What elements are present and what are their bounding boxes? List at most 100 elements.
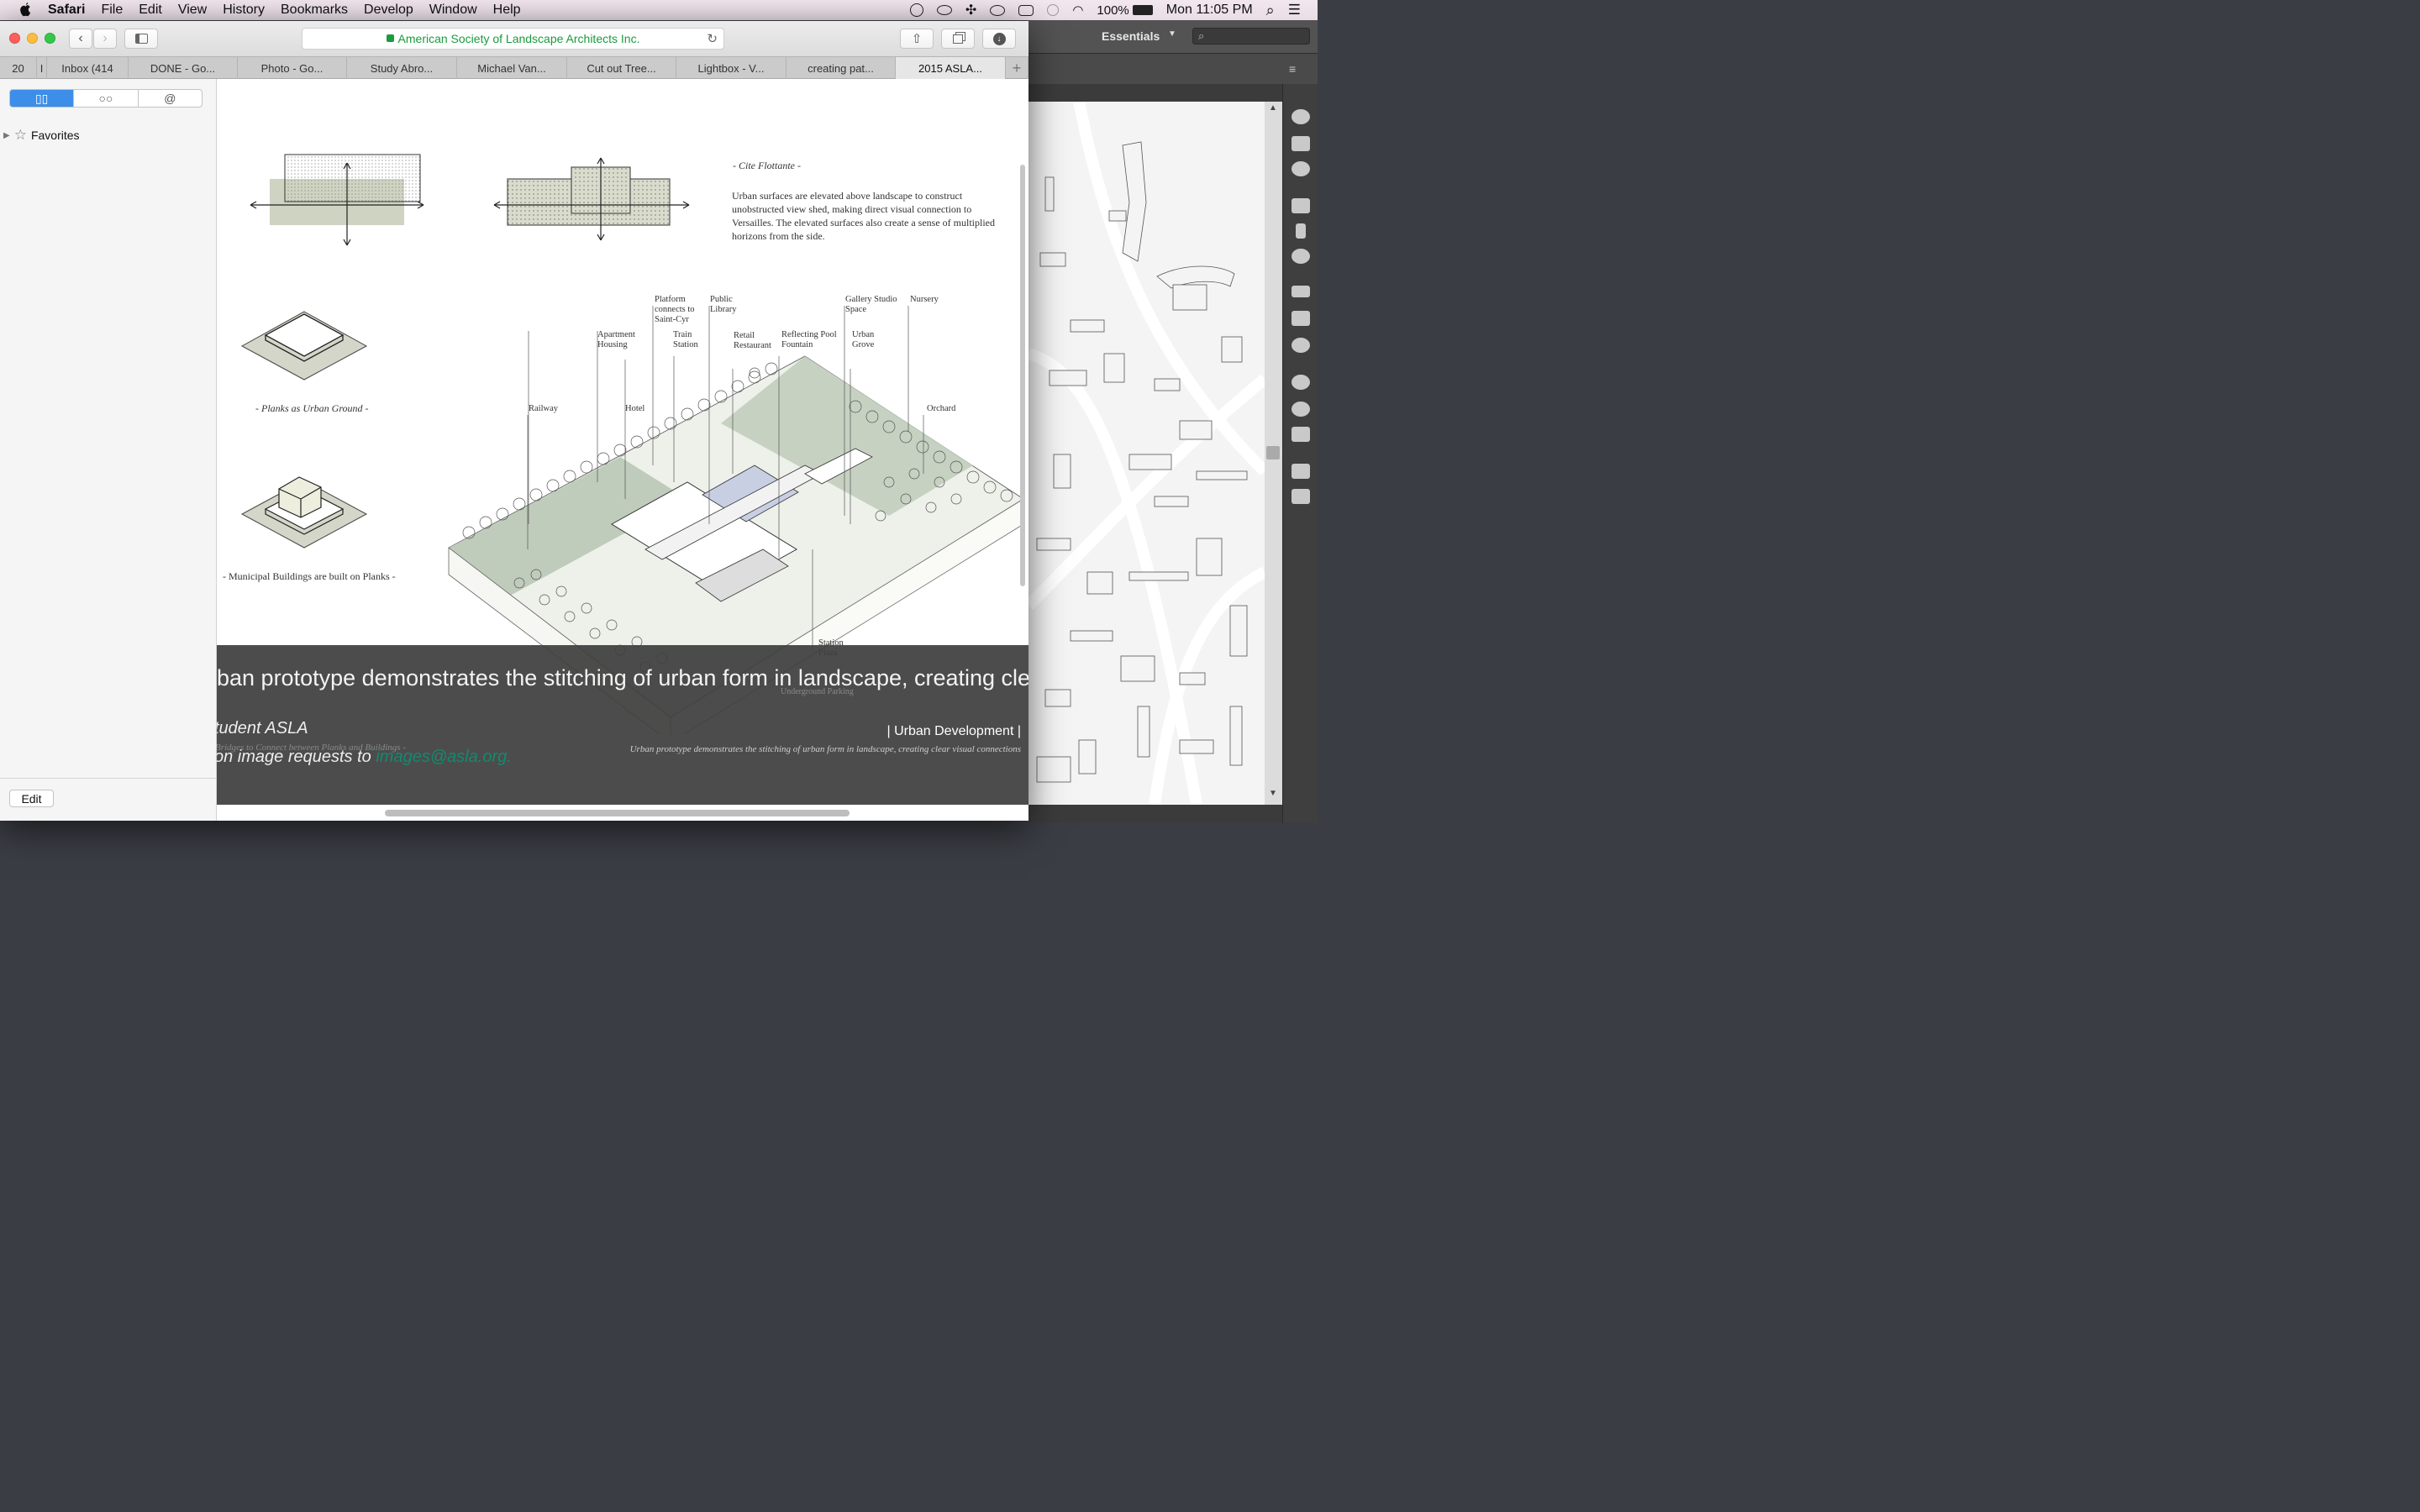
menu-help[interactable]: Help [493,3,521,18]
planks-caption: - Planks as Urban Ground - [255,402,369,414]
photoshop-panel-dock [1282,84,1318,823]
tab[interactable]: Lightbox - V... [676,57,786,79]
clock[interactable]: Mon 11:05 PM [1166,3,1253,18]
label-apartment: Apartment Housing [597,330,635,349]
caption-award-name: tudent ASLA [217,719,308,738]
reading-list-tab[interactable]: ○○ [74,90,139,107]
at-icon: @ [164,92,176,105]
tab[interactable]: 20 [0,57,37,79]
tab[interactable]: Cut out Tree... [567,57,676,79]
menu-bar: Safari File Edit View History Bookmarks … [0,0,1318,20]
clone-icon[interactable] [1292,489,1310,504]
lightbox-caption: Underground Parking Bridges to Connect b… [217,645,1028,805]
panel-menu-icon[interactable]: ≡ [1289,62,1296,76]
map-canvas[interactable] [1028,102,1265,805]
show-tabs-button[interactable] [941,29,975,49]
menu-bookmarks[interactable]: Bookmarks [281,3,348,18]
sidebar-segmented-control: ▯▯ ○○ @ [9,89,203,108]
photoshop-vertical-scrollbar[interactable]: ▲ ▼ [1265,102,1282,805]
color-palette-icon[interactable] [1292,109,1310,124]
tab[interactable]: Photo - Go... [238,57,347,79]
menu-develop[interactable]: Develop [364,3,413,18]
paragraph-icon[interactable] [1292,286,1310,297]
navigator-icon[interactable] [1292,402,1310,417]
swatches-icon[interactable] [1292,136,1310,151]
horizontal-scrollbar[interactable] [385,810,850,816]
tab[interactable]: Inbox (414 [47,57,129,79]
menu-window[interactable]: Window [429,3,477,18]
tab[interactable]: I [37,57,47,79]
shared-links-tab[interactable]: @ [139,90,202,107]
scroll-thumb[interactable] [1266,446,1280,459]
new-tab-button[interactable]: + [1006,57,1028,79]
tab[interactable]: Michael Van... [457,57,567,79]
map-drawing [1028,102,1265,805]
apple-icon[interactable] [18,3,32,18]
menu-file[interactable]: File [101,3,123,18]
elevation-diagram-right [493,157,690,241]
reload-icon[interactable]: ↻ [707,31,718,46]
downloads-button[interactable]: ↓ [982,29,1016,49]
edit-bookmarks-button[interactable]: Edit [9,790,54,807]
label-pool: Reflecting Pool Fountain [781,330,837,349]
status-area: ✣ ◠ 100% Mon 11:05 PM ⌕ ☰ [909,0,1318,20]
notification-center-icon[interactable]: ☰ [1288,2,1301,18]
tabs-icon [953,34,963,44]
search-icon: ⌕ [1198,29,1205,42]
sync-icon[interactable] [1047,4,1060,16]
checkmark-icon[interactable] [909,3,923,17]
photoshop-options-bar: Essentials ▼ ⌕ [1028,20,1318,54]
cc-libraries-icon[interactable] [1292,375,1310,390]
scroll-down-icon[interactable]: ▼ [1269,789,1277,798]
sidebar-toggle-button[interactable] [124,29,158,49]
brush-icon[interactable] [1296,223,1306,239]
caption-main-text: ban prototype demonstrates the stitching… [217,665,1028,690]
club-icon[interactable] [1292,249,1310,264]
pinwheel-icon[interactable]: ✣ [965,2,976,18]
creative-cloud-icon[interactable] [990,4,1006,16]
address-bar[interactable]: American Society of Landscape Architects… [302,28,724,50]
close-window-button[interactable] [9,33,20,44]
tab[interactable]: DONE - Go... [129,57,238,79]
minimize-window-button[interactable] [27,33,38,44]
share-button[interactable]: ⇧ [900,29,934,49]
photoshop-search-field[interactable]: ⌕ [1192,28,1310,45]
back-button[interactable]: ‹ [69,29,92,49]
label-platform: Platform connects to Saint-Cyr [655,295,695,324]
workspace-switcher[interactable]: Essentials [1102,29,1160,43]
wifi-icon[interactable]: ◠ [1072,3,1083,18]
menu-history[interactable]: History [223,3,265,18]
municipal-buildings-diagram [240,476,368,549]
display-icon[interactable] [1018,4,1034,16]
blend-icon[interactable] [1292,338,1310,353]
label-hotel: Hotel [625,404,645,413]
menu-edit[interactable]: Edit [139,3,162,18]
email-link[interactable]: images@asla.org. [376,748,511,766]
bookmarks-tab[interactable]: ▯▯ [10,90,75,107]
favorites-folder[interactable]: ▶ ☆ Favorites [3,127,80,144]
gradient-icon[interactable] [1292,311,1310,326]
spotlight-icon[interactable]: ⌕ [1266,2,1275,19]
scroll-up-icon[interactable]: ▲ [1269,103,1277,113]
tab[interactable]: Study Abro... [347,57,457,79]
photoshop-document-bar: ≡ [1028,54,1318,84]
page-content: - Cite Flottante - Urban surfaces are el… [217,79,1028,821]
tab[interactable]: creating pat... [786,57,896,79]
app-menu[interactable]: Safari [48,3,85,18]
vertical-scrollbar[interactable] [1020,165,1025,586]
forward-button[interactable]: › [93,29,117,49]
sidebar-divider [0,778,217,779]
cloud-icon[interactable] [936,5,952,15]
layers-icon[interactable] [1292,464,1310,479]
grid-icon[interactable] [1292,198,1310,213]
battery-icon[interactable] [1132,5,1153,15]
artboard-icon[interactable] [1292,427,1310,442]
photoshop-window: Essentials ▼ ⌕ ≡ ▲ ▼ [1028,20,1318,823]
book-icon: ▯▯ [34,91,49,105]
disclosure-triangle-icon[interactable]: ▶ [3,131,10,140]
menu-view[interactable]: View [178,3,207,18]
cite-flottante-description: Urban surfaces are elevated above landsc… [732,190,995,242]
tab-active[interactable]: 2015 ASLA... [896,57,1006,79]
adjustments-icon[interactable] [1292,161,1310,176]
zoom-window-button[interactable] [45,33,55,44]
